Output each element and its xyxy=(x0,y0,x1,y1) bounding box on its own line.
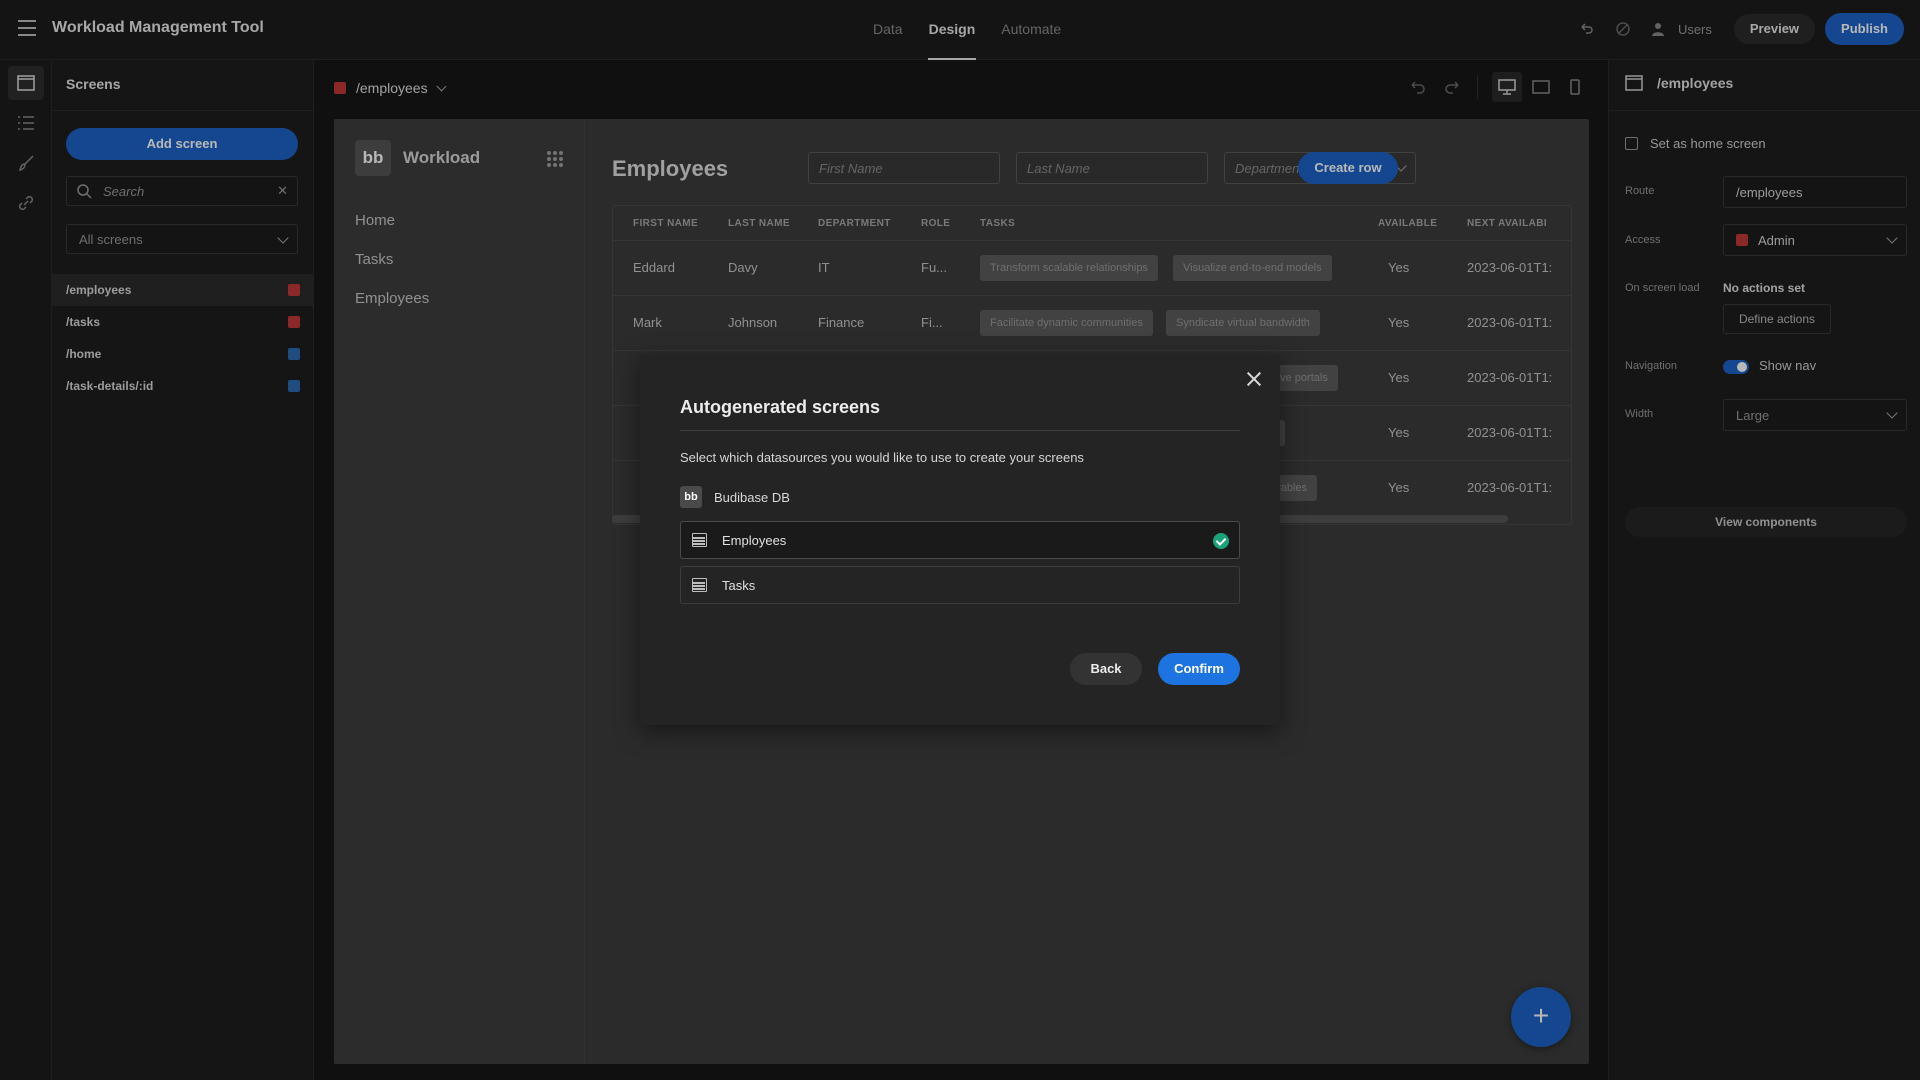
back-button[interactable]: Back xyxy=(1070,653,1142,685)
table-icon xyxy=(692,533,707,547)
autogenerated-screens-modal: Autogenerated screens Select which datas… xyxy=(640,355,1280,725)
datasource-option-employees[interactable]: Employees xyxy=(680,521,1240,559)
checkmark-icon xyxy=(1213,533,1229,549)
modal-title: Autogenerated screens xyxy=(680,397,881,417)
datasource-name: Budibase DB xyxy=(714,489,790,505)
confirm-button[interactable]: Confirm xyxy=(1158,653,1240,685)
modal-description: Select which datasources you would like … xyxy=(680,450,1084,465)
divider xyxy=(680,430,1240,431)
datasource-option-tasks[interactable]: Tasks xyxy=(680,566,1240,604)
close-icon[interactable] xyxy=(1244,369,1264,389)
option-label: Employees xyxy=(722,533,787,548)
table-icon xyxy=(692,578,707,592)
option-label: Tasks xyxy=(722,578,756,593)
datasource-header: bb Budibase DB xyxy=(680,486,790,508)
budibase-logo-icon: bb xyxy=(680,486,702,508)
